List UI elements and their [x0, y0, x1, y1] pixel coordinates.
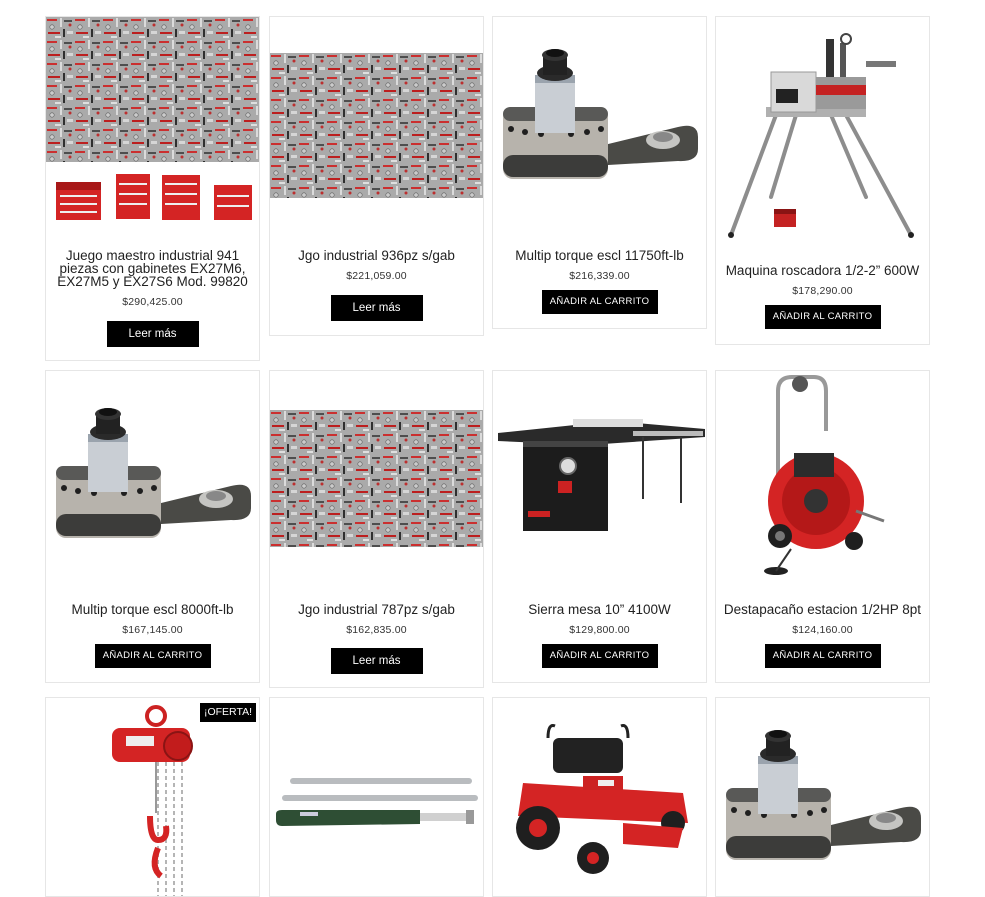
product-image[interactable]: [716, 698, 929, 896]
add-to-cart-button[interactable]: AÑADIR AL CARRITO: [764, 305, 881, 329]
product-price: $221,059.00: [346, 270, 407, 282]
product-price: $167,145.00: [122, 624, 183, 636]
product-card[interactable]: Destapacaño estacion 1/2HP 8pt $124,160.…: [715, 370, 930, 683]
product-image[interactable]: [493, 411, 706, 551]
add-to-cart-button[interactable]: AÑADIR AL CARRITO: [764, 644, 881, 668]
product-image[interactable]: [46, 698, 259, 896]
product-price: $178,290.00: [792, 285, 853, 297]
product-image[interactable]: [270, 53, 483, 198]
product-title[interactable]: Jgo industrial 787pz s/gab: [276, 603, 477, 617]
product-card[interactable]: Jgo industrial 787pz s/gab $162,835.00 L…: [269, 370, 484, 688]
add-to-cart-button[interactable]: AÑADIR AL CARRITO: [541, 644, 658, 668]
read-more-button[interactable]: Leer más: [330, 295, 423, 321]
product-card[interactable]: Sierra mesa 10” 4100W $129,800.00 AÑADIR…: [492, 370, 707, 683]
product-price: $129,800.00: [569, 624, 630, 636]
product-card[interactable]: [492, 697, 707, 897]
product-image[interactable]: [493, 37, 706, 217]
product-card[interactable]: Multip torque escl 8000ft-lb $167,145.00…: [45, 370, 260, 683]
product-card[interactable]: Juego maestro industrial 941 piezas con …: [45, 16, 260, 361]
product-image[interactable]: [493, 698, 706, 896]
product-card[interactable]: ¡OFERTA!: [45, 697, 260, 897]
product-image[interactable]: [46, 396, 259, 576]
product-title[interactable]: Multip torque escl 8000ft-lb: [52, 603, 253, 617]
product-price: $162,835.00: [346, 624, 407, 636]
read-more-button[interactable]: Leer más: [330, 648, 423, 674]
product-price: $290,425.00: [122, 296, 183, 308]
product-card[interactable]: Multip torque escl 11750ft-lb $216,339.0…: [492, 16, 707, 329]
product-image[interactable]: [716, 17, 929, 247]
product-title[interactable]: Juego maestro industrial 941 piezas con …: [52, 249, 253, 289]
product-title[interactable]: Multip torque escl 11750ft-lb: [499, 249, 700, 263]
product-image[interactable]: [46, 17, 259, 229]
read-more-button[interactable]: Leer más: [106, 321, 199, 347]
add-to-cart-button[interactable]: AÑADIR AL CARRITO: [94, 644, 211, 668]
product-image[interactable]: [716, 371, 929, 586]
sale-badge: ¡OFERTA!: [199, 703, 256, 722]
product-card[interactable]: Maquina roscadora 1/2-2” 600W $178,290.0…: [715, 16, 930, 345]
product-card[interactable]: [715, 697, 930, 897]
product-title[interactable]: Sierra mesa 10” 4100W: [499, 603, 700, 617]
add-to-cart-button[interactable]: AÑADIR AL CARRITO: [541, 290, 658, 314]
product-title[interactable]: Destapacaño estacion 1/2HP 8pt: [722, 603, 923, 617]
product-title[interactable]: Jgo industrial 936pz s/gab: [276, 249, 477, 263]
product-card[interactable]: [269, 697, 484, 897]
product-card[interactable]: Jgo industrial 936pz s/gab $221,059.00 L…: [269, 16, 484, 336]
product-image[interactable]: [270, 410, 483, 547]
product-title[interactable]: Maquina roscadora 1/2-2” 600W: [722, 264, 923, 278]
product-image[interactable]: [270, 698, 483, 896]
product-price: $124,160.00: [792, 624, 853, 636]
product-price: $216,339.00: [569, 270, 630, 282]
